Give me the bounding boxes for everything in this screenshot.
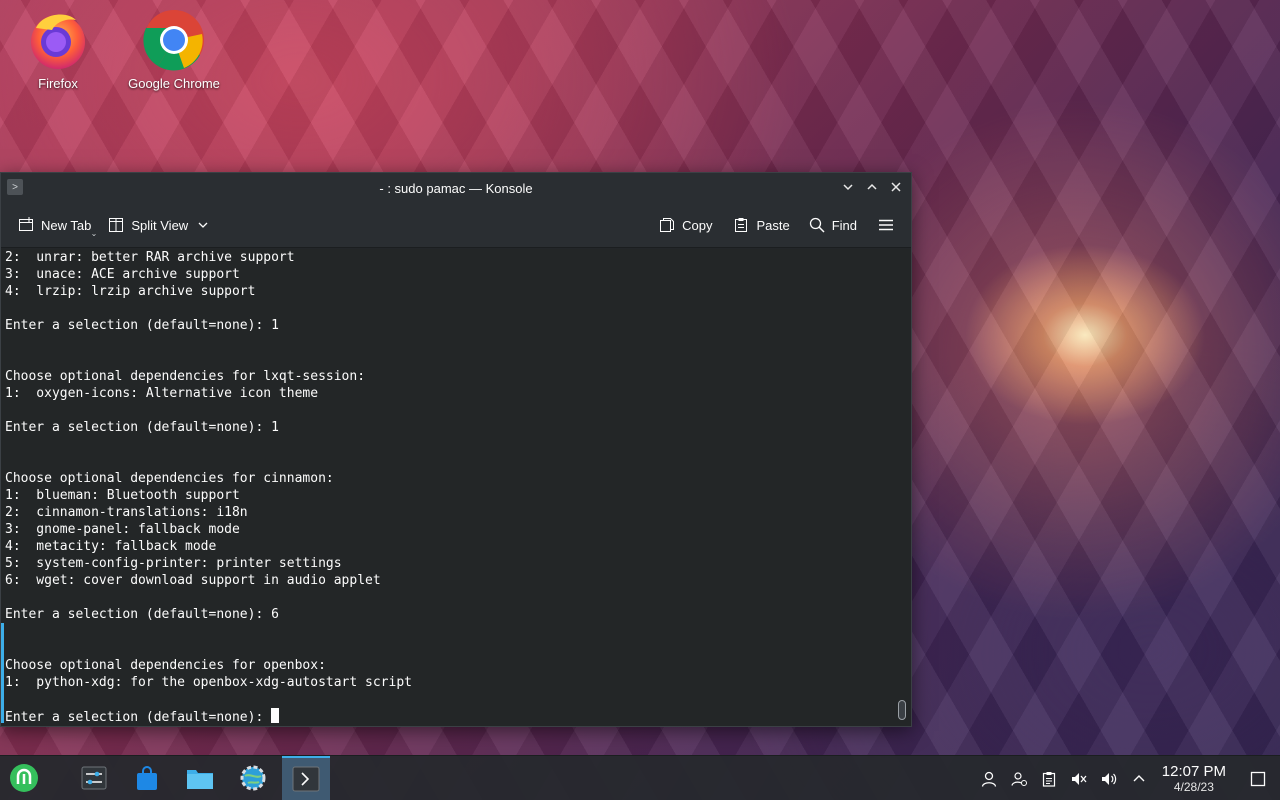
firefox-icon [26,8,90,72]
scrollbar-thumb[interactable] [898,700,906,720]
manjaro-launcher-icon [10,764,38,792]
split-view-icon [107,216,125,234]
chevron-up-icon[interactable] [1124,756,1154,800]
taskbar-item-software-settings[interactable] [229,756,277,800]
terminal-line: 4: metacity: fallback mode [5,539,217,554]
terminal-line: 5: system-config-printer: printer settin… [5,556,342,571]
user-icon[interactable] [974,756,1004,800]
hamburger-menu-button[interactable] [871,211,901,239]
shopping-bag-icon [137,766,157,790]
clock-date: 4/28/23 [1173,780,1214,794]
terminal-line: Enter a selection (default=none): 1 [5,420,279,435]
minimize-icon[interactable] [839,178,857,196]
konsole-app-icon[interactable]: > [7,179,23,195]
terminal-line: 1: blueman: Bluetooth support [5,488,240,503]
paste-label: Paste [756,217,790,233]
terminal-icon [292,766,320,792]
find-button[interactable]: Find [802,211,863,239]
find-label: Find [831,217,857,233]
terminal-line: Enter a selection (default=none): 1 [5,318,279,333]
show-desktop-icon[interactable] [1236,756,1280,800]
copy-button[interactable]: Copy [652,211,718,239]
audio-muted-icon[interactable] [1064,756,1094,800]
hamburger-menu-icon [877,216,895,234]
paste-button[interactable]: Paste [726,211,795,239]
window-title: - : sudo pamac — Konsole [379,180,533,196]
taskbar-item-file-manager[interactable] [176,756,224,800]
split-view-label: Split View [131,217,189,233]
new-tab-button[interactable]: New Tab ⌄ [11,211,97,239]
maximize-icon[interactable] [863,178,881,196]
clock-time: 12:07 PM [1161,763,1226,780]
taskbar-item-settings-panel[interactable] [70,756,118,800]
application-launcher-button[interactable] [0,756,48,800]
globe-gear-icon [240,765,266,791]
terminal-line: Choose optional dependencies for lxqt-se… [5,369,366,384]
terminal-line: 1: python-xdg: for the openbox-xdg-autos… [5,675,412,690]
desktop-icon-label: Google Chrome [128,76,220,91]
konsole-window: > - : sudo pamac — Konsole New Tab ⌄ Spl… [0,172,912,727]
folder-icon [187,770,213,789]
terminal-activity-marker [1,623,4,723]
taskbar-item-discover[interactable] [123,756,171,800]
terminal-line: 3: gnome-panel: fallback mode [5,522,240,537]
desktop-icon-chrome[interactable]: Google Chrome [119,8,229,91]
digital-clock[interactable]: 12:07 PM 4/28/23 [1162,763,1226,794]
clipboard-icon[interactable] [1034,756,1064,800]
system-settings-icon [81,766,107,790]
konsole-toolbar: New Tab ⌄ Split View Copy Paste Find [1,203,911,248]
window-titlebar[interactable]: > - : sudo pamac — Konsole [1,173,911,203]
volume-icon[interactable] [1094,756,1124,800]
taskbar-panel: 12:07 PM 4/28/23 [0,755,1280,800]
terminal-scrollbar[interactable] [897,253,907,722]
new-tab-label: New Tab [41,217,92,233]
copy-icon [658,216,676,234]
chevron-down-icon [194,216,212,234]
search-icon [808,216,826,234]
terminal-line: 6: wget: cover download support in audio… [5,573,381,588]
text-cursor [271,708,280,723]
terminal-line: Enter a selection (default=none): 6 [5,607,279,622]
terminal-prompt: Enter a selection (default=none): [5,710,272,725]
desktop-icon-firefox[interactable]: Firefox [3,8,113,91]
paste-icon [732,216,750,234]
new-tab-icon [17,216,35,234]
split-view-button[interactable]: Split View [101,211,218,239]
terminal-output[interactable]: 2: unrar: better RAR archive support 3: u… [1,249,911,726]
taskbar-item-konsole[interactable] [282,755,330,800]
desktop-icon-label: Firefox [38,76,78,91]
copy-label: Copy [682,217,713,233]
terminal-line: 2: unrar: better RAR archive support [5,250,295,265]
chrome-icon [142,8,206,72]
terminal-line: Choose optional dependencies for openbox… [5,658,326,673]
terminal-line: 2: cinnamon-translations: i18n [5,505,248,520]
terminal-prompt-line[interactable]: Enter a selection (default=none): [5,708,911,725]
user-switch-icon[interactable] [1004,756,1034,800]
terminal-line: 1: oxygen-icons: Alternative icon theme [5,386,319,401]
close-icon[interactable] [887,178,905,196]
terminal-line: 4: lrzip: lrzip archive support [5,284,256,299]
system-tray: 12:07 PM 4/28/23 [974,756,1280,800]
terminal-line: Choose optional dependencies for cinnamo… [5,471,334,486]
terminal-line: 3: unace: ACE archive support [5,267,240,282]
chevron-down-icon: ⌄ [90,229,98,238]
